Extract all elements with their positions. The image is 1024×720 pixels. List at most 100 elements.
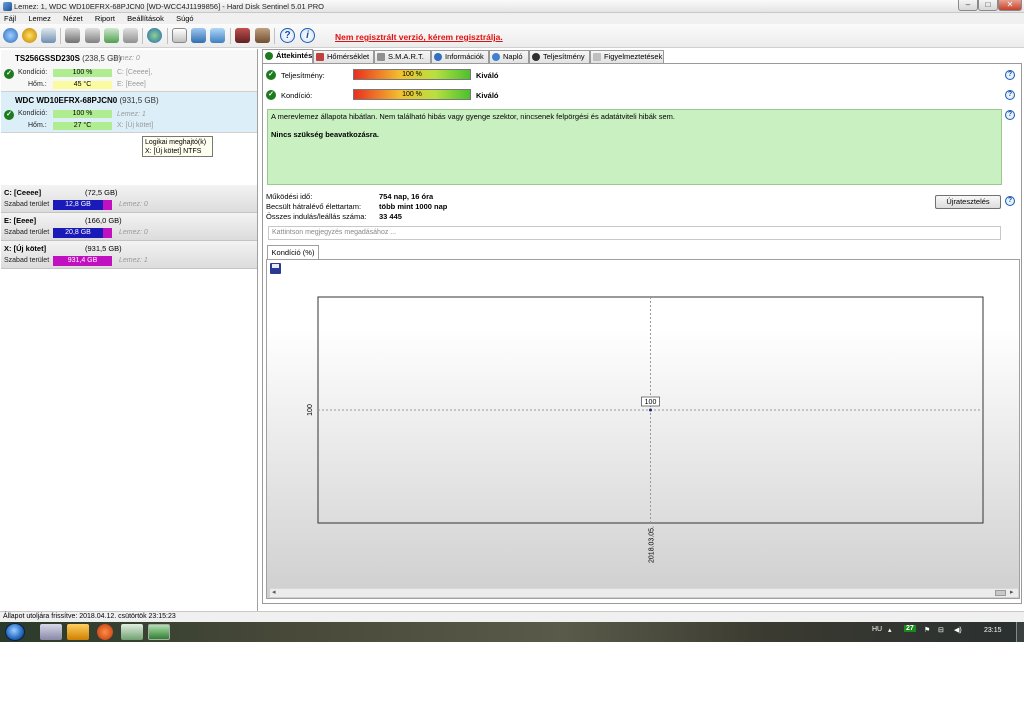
scroll-thumb[interactable] <box>995 590 1006 596</box>
health-label: Kondíció: <box>281 91 313 100</box>
volume-size: (166,0 GB) <box>85 216 122 225</box>
starts-value: 33 445 <box>379 212 402 221</box>
monitor-icon[interactable] <box>41 28 56 43</box>
retest-button[interactable]: Újratesztelés <box>935 195 1001 209</box>
hd-sentinel-task-icon[interactable] <box>148 624 170 640</box>
minimize-button[interactable]: – <box>958 0 978 11</box>
health-chart-panel: 100 2018.03.05. 100 ◂ ▸ <box>266 259 1020 599</box>
tab-performance[interactable]: Teljesítmény <box>529 50 590 63</box>
mail-icon[interactable] <box>210 28 225 43</box>
menu-disk[interactable]: Lemez <box>28 13 51 24</box>
help-icon[interactable]: ? <box>1005 70 1015 80</box>
firefox-icon[interactable] <box>97 624 113 640</box>
lifetime-label: Becsült hátralévő élettartam: <box>266 202 362 211</box>
kondicio-bar: 100 % <box>53 110 112 118</box>
tab-log[interactable]: Napló <box>489 50 529 63</box>
temp-bar: 27 °C <box>53 122 112 130</box>
disk-list-panel: TS256GSSD230S (238,5 GB) Lemez: 0 ✓ Kond… <box>0 49 258 611</box>
free-label: Szabad terület <box>4 229 50 236</box>
language-indicator[interactable]: HU <box>872 626 882 633</box>
free-bar: 931,4 GB <box>53 256 112 266</box>
disk-test-icon[interactable] <box>65 28 80 43</box>
check-icon: ✓ <box>266 70 276 80</box>
chart-icon[interactable] <box>235 28 250 43</box>
menu-settings[interactable]: Beállítások <box>127 13 164 24</box>
surface-test-icon[interactable] <box>85 28 100 43</box>
hd-sentinel-tray-badge[interactable]: 27 <box>904 625 916 632</box>
volume-entry-x[interactable]: X: [Új kötet] (931,5 GB) Szabad terület … <box>1 241 257 269</box>
app-icon <box>3 2 12 11</box>
close-button[interactable]: ✕ <box>998 0 1022 11</box>
tab-overview[interactable]: Áttekintés <box>262 49 313 63</box>
menu-view[interactable]: Nézet <box>63 13 83 24</box>
tab-information[interactable]: Információk <box>431 50 489 63</box>
disk-name: TS256GSSD230S (238,5 GB) <box>15 54 122 63</box>
status-bar: Állapot utoljára frissítve: 2018.04.12. … <box>0 611 1024 622</box>
disk-entry-0[interactable]: TS256GSSD230S (238,5 GB) Lemez: 0 ✓ Kond… <box>1 50 257 92</box>
title-bar: Lemez: 1, WDC WD10EFRX-68PJCN0 [WD-WCC4J… <box>0 0 1024 13</box>
check-icon: ✓ <box>4 69 14 79</box>
temp-label: Hőm.: <box>28 122 47 129</box>
send-icon[interactable] <box>191 28 206 43</box>
overview-panel: ✓ Teljesítmény: 100 % Kiváló ? ✓ Kondíci… <box>262 63 1022 604</box>
refresh-icon[interactable] <box>3 28 18 43</box>
note-input[interactable]: Kattintson megjegyzés megadásához ... <box>268 226 1001 240</box>
help-icon[interactable]: ? <box>1005 196 1015 206</box>
status-message: A merevlemez állapota hibátlan. Nem talá… <box>271 112 675 121</box>
menu-file[interactable]: Fájl <box>4 13 16 24</box>
volume-icon[interactable]: ◀) <box>954 626 962 634</box>
tab-health-chart[interactable]: Kondíció (%) <box>267 245 319 259</box>
info-icon[interactable]: i <box>300 28 315 43</box>
flag-icon[interactable]: ⚑ <box>924 626 930 634</box>
disk-index: Lemez: 0 <box>119 229 148 236</box>
partition-label: E: [Eeee] <box>117 81 146 88</box>
tools-icon[interactable] <box>255 28 270 43</box>
maximize-button[interactable]: □ <box>978 0 998 11</box>
volume-size: (72,5 GB) <box>85 188 118 197</box>
disk-ok-icon[interactable] <box>104 28 119 43</box>
taskbar-app-icon[interactable] <box>40 624 62 640</box>
volume-entry-e[interactable]: E: [Eeee] (166,0 GB) Szabad terület 20,8… <box>1 213 257 241</box>
volume-entry-c[interactable]: C: [Ceeee] (72,5 GB) Szabad terület 12,8… <box>1 185 257 213</box>
volume-name: X: [Új kötet] <box>4 244 47 253</box>
gauge-icon <box>532 53 540 61</box>
tab-temperature[interactable]: Hőmérséklet <box>313 50 374 63</box>
alert-icon[interactable] <box>22 28 37 43</box>
globe-icon[interactable] <box>147 28 162 43</box>
log-icon <box>492 53 500 61</box>
health-chart: 100 2018.03.05. 100 <box>307 296 984 563</box>
thermometer-icon <box>316 53 324 61</box>
network-icon[interactable]: ⊟ <box>938 626 944 634</box>
register-warning-link[interactable]: Nem regisztrált verzió, kérem regisztrál… <box>335 32 503 42</box>
disk-settings-icon[interactable] <box>123 28 138 43</box>
scroll-right-icon[interactable]: ▸ <box>1010 588 1014 596</box>
tab-smart[interactable]: S.M.A.R.T. <box>374 50 431 63</box>
help-icon[interactable]: ? <box>1005 90 1015 100</box>
tray-arrow-icon[interactable]: ▴ <box>888 626 892 634</box>
disk-name: WDC WD10EFRX-68PJCN0 (931,5 GB) <box>15 96 159 105</box>
report-icon[interactable] <box>172 28 187 43</box>
horizontal-scrollbar[interactable]: ◂ ▸ <box>270 588 1018 597</box>
start-button[interactable] <box>5 623 25 641</box>
disk-entry-1[interactable]: WDC WD10EFRX-68PJCN0 (931,5 GB) Lemez: 1… <box>1 92 257 133</box>
scroll-left-icon[interactable]: ◂ <box>272 588 276 596</box>
partition-label: X: [Új kötet] <box>117 122 154 129</box>
partition-tooltip: Logikai meghajtó(k) X: [Új kötet] NTFS <box>142 136 213 157</box>
help-icon[interactable]: ? <box>1005 110 1015 120</box>
menu-help[interactable]: Súgó <box>176 13 194 24</box>
tab-alerts[interactable]: Figyelmeztetések <box>590 50 664 63</box>
taskbar-app-icon[interactable] <box>121 624 143 640</box>
disk-icon <box>377 53 385 61</box>
disk-index: Lemez: 1 <box>119 257 148 264</box>
disk-index: Lemez: 1 <box>117 111 146 118</box>
clock[interactable]: 23:15 <box>984 627 1002 634</box>
show-desktop-button[interactable] <box>1016 622 1024 642</box>
disk-index: Lemez: 0 <box>119 201 148 208</box>
check-icon <box>265 52 273 60</box>
help-icon[interactable]: ? <box>280 28 295 43</box>
disk-index: Lemez: 0 <box>111 55 140 62</box>
performance-bar: 100 % <box>353 69 471 80</box>
taskbar-app-icon[interactable] <box>67 624 89 640</box>
menu-report[interactable]: Riport <box>95 13 115 24</box>
partition-label: C: [Ceeee], <box>117 69 153 76</box>
